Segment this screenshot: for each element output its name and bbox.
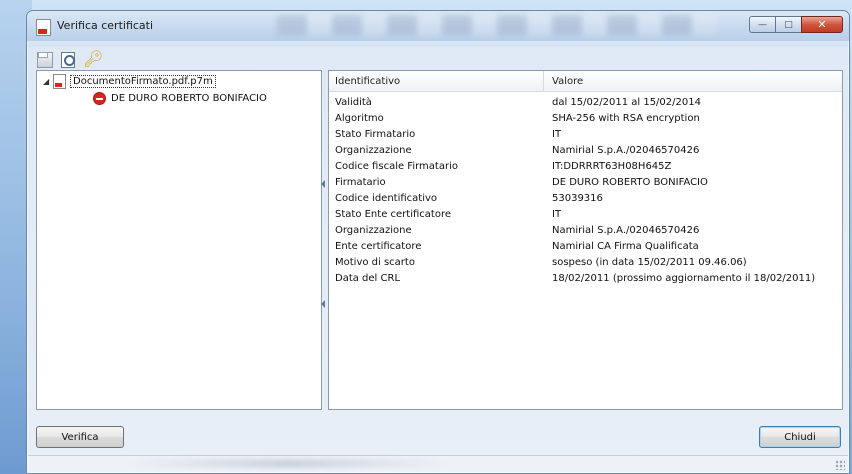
row-key: Ente certificatore <box>335 241 422 252</box>
row-key: Codice fiscale Firmatario <box>335 161 458 172</box>
window-title: Verifica certificati <box>57 19 154 32</box>
tree-node-document[interactable]: ◢ DocumentoFirmato.pdf.p7m <box>43 74 216 89</box>
maximize-button[interactable]: □ <box>775 16 801 33</box>
close-window-button[interactable]: ✕ <box>801 16 843 33</box>
row-value: Namirial CA Firma Qualificata <box>552 241 699 252</box>
certificate-details-grid: Identificativo Valore Validità dal 15/02… <box>328 70 843 410</box>
row-value: 53039316 <box>552 193 603 204</box>
table-row[interactable]: Stato Firmatario IT <box>329 127 842 143</box>
table-row[interactable]: Codice fiscale Firmatario IT:DDRRRT63H08… <box>329 159 842 175</box>
row-value: dal 15/02/2011 al 15/02/2014 <box>552 97 701 108</box>
row-key: Data del CRL <box>335 273 401 284</box>
column-divider[interactable] <box>543 71 544 91</box>
table-row[interactable]: Stato Ente certificatore IT <box>329 207 842 223</box>
toolbar: 🔑︎ <box>35 48 104 70</box>
verify-button[interactable]: Verifica <box>36 426 124 448</box>
table-row[interactable]: Ente certificatore Namirial CA Firma Qua… <box>329 239 842 255</box>
minimize-icon: — <box>758 19 767 30</box>
background-blur <box>277 15 717 35</box>
view-certificate-icon <box>61 52 75 68</box>
app-pdf-icon <box>36 19 51 36</box>
verify-certificates-window: Verifica certificati — □ ✕ 🔑︎ ◢ Document… <box>26 10 850 474</box>
grid-header: Identificativo Valore <box>329 71 842 92</box>
splitter-arrow-icon <box>321 180 325 188</box>
title-bar[interactable]: Verifica certificati — □ ✕ <box>27 11 849 41</box>
row-value: Namirial S.p.A./02046570426 <box>552 225 700 236</box>
row-value: DE DURO ROBERTO BONIFACIO <box>552 177 708 188</box>
row-key: Motivo di scarto <box>335 257 415 268</box>
table-row[interactable]: Firmatario DE DURO ROBERTO BONIFACIO <box>329 175 842 191</box>
splitter-arrow-icon <box>321 300 325 308</box>
maximize-icon: □ <box>784 19 793 30</box>
table-row[interactable]: Organizzazione Namirial S.p.A./020465704… <box>329 143 842 159</box>
table-row[interactable]: Data del CRL 18/02/2011 (prossimo aggior… <box>329 271 842 287</box>
minimize-button[interactable]: — <box>749 16 775 33</box>
key-icon: 🔑︎ <box>83 49 104 68</box>
table-row[interactable]: Organizzazione Namirial S.p.A./020465704… <box>329 223 842 239</box>
row-value: 18/02/2011 (prossimo aggiornamento il 18… <box>552 273 816 284</box>
column-header-identificativo[interactable]: Identificativo <box>335 76 400 87</box>
status-bar <box>28 455 848 472</box>
row-key: Organizzazione <box>335 225 412 236</box>
signature-tree[interactable]: ◢ DocumentoFirmato.pdf.p7m DE DURO ROBER… <box>36 70 322 410</box>
row-key: Stato Ente certificatore <box>335 209 451 220</box>
row-key: Firmatario <box>335 177 386 188</box>
table-row[interactable]: Validità dal 15/02/2011 al 15/02/2014 <box>329 95 842 111</box>
status-blur <box>128 459 448 468</box>
row-key: Codice identificativo <box>335 193 438 204</box>
table-row[interactable]: Codice identificativo 53039316 <box>329 191 842 207</box>
row-key: Validità <box>335 97 372 108</box>
view-certificate-button[interactable] <box>59 50 77 68</box>
tree-node-signer[interactable]: DE DURO ROBERTO BONIFACIO <box>93 92 267 105</box>
document-label: DocumentoFirmato.pdf.p7m <box>70 75 216 88</box>
row-value: Namirial S.p.A./02046570426 <box>552 145 700 156</box>
row-value: IT <box>552 209 562 220</box>
save-icon <box>37 52 53 68</box>
table-row[interactable]: Algoritmo SHA-256 with RSA encryption <box>329 111 842 127</box>
invalid-signature-icon <box>93 92 106 105</box>
row-key: Organizzazione <box>335 145 412 156</box>
window-controls: — □ ✕ <box>749 16 843 34</box>
save-button[interactable] <box>35 50 53 68</box>
pdf-file-icon <box>53 74 66 89</box>
signer-label: DE DURO ROBERTO BONIFACIO <box>111 93 267 104</box>
row-value: IT <box>552 129 562 140</box>
row-value: sospeso (in data 15/02/2011 09.46.06) <box>552 257 747 268</box>
key-button[interactable]: 🔑︎ <box>83 49 104 68</box>
close-button[interactable]: Chiudi <box>759 426 841 448</box>
close-icon: ✕ <box>817 18 827 31</box>
row-value: SHA-256 with RSA encryption <box>552 113 700 124</box>
pane-splitter[interactable] <box>321 70 328 408</box>
row-key: Stato Firmatario <box>335 129 416 140</box>
row-key: Algoritmo <box>335 113 384 124</box>
table-row[interactable]: Motivo di scarto sospeso (in data 15/02/… <box>329 255 842 271</box>
resize-grip-icon[interactable] <box>835 460 845 470</box>
collapse-arrow-icon[interactable]: ◢ <box>43 77 53 86</box>
row-value: IT:DDRRRT63H08H645Z <box>552 161 672 172</box>
column-header-valore[interactable]: Valore <box>552 76 583 87</box>
